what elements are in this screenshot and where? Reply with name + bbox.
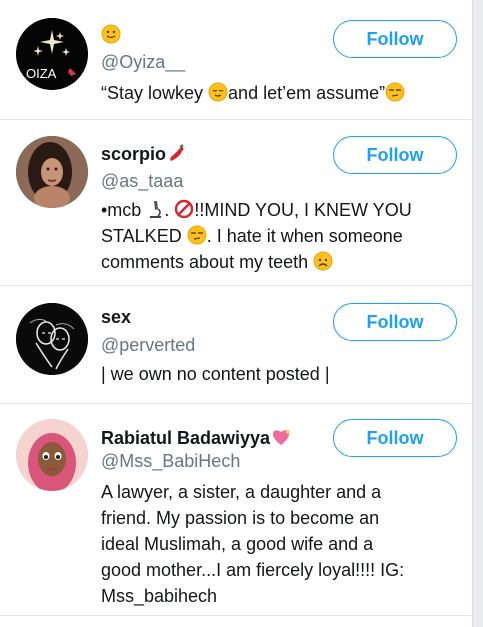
unamused-face-emoji-icon [187, 225, 207, 245]
user-handle: @Mss_BabiHech [101, 451, 241, 471]
avatar[interactable] [16, 419, 88, 491]
avatar[interactable] [16, 303, 88, 375]
prohibited-emoji-icon [175, 199, 194, 219]
user-bio: A lawyer, a sister, a daughter and a fri… [101, 482, 405, 606]
unamused-face-emoji-icon [385, 82, 405, 102]
user-bio: •mcb . !!MIND YOU, I KNEW YOU STALKED . … [101, 199, 412, 272]
avatar[interactable]: OIZA [16, 18, 88, 90]
user-name: sex [101, 307, 132, 327]
avatar-text: OIZA [26, 66, 57, 81]
follow-suggestions-list: OIZA @Oyiza__ “Stay lowkey and let’em as… [0, 0, 473, 627]
user-name: scorpio [101, 143, 186, 165]
avatar[interactable] [16, 136, 88, 208]
relieved-face-emoji-icon [208, 82, 228, 102]
microscope-emoji-icon [150, 201, 162, 218]
sparkling-heart-emoji-icon [272, 429, 292, 445]
user-handle: @perverted [101, 335, 196, 355]
user-name: Rabiatul Badawiyya [101, 427, 292, 449]
follow-button[interactable]: Follow [333, 303, 457, 341]
follow-button[interactable]: Follow [333, 20, 457, 58]
user-bio: | we own no content posted | [101, 364, 330, 384]
worried-face-emoji-icon [313, 251, 333, 271]
hot-pepper-emoji-icon [170, 144, 184, 161]
follow-button[interactable]: Follow [333, 419, 457, 457]
user-row-perverted[interactable]: sex @perverted | we own no content poste… [0, 285, 472, 404]
user-row-scorpio[interactable]: scorpio @as_taaa •mcb . !!MIND YOU, I KN… [0, 119, 472, 286]
follow-button[interactable]: Follow [333, 136, 457, 174]
user-handle: @Oyiza__ [101, 52, 186, 72]
user-bio: “Stay lowkey and let’em assume” [101, 80, 441, 106]
user-handle: @as_taaa [101, 171, 184, 191]
user-name [101, 24, 121, 46]
user-row-rabiatul[interactable]: Rabiatul Badawiyya @Mss_BabiHech A lawye… [0, 403, 472, 616]
slight-smile-emoji-icon [101, 24, 121, 44]
user-row-oyiza[interactable]: OIZA @Oyiza__ “Stay lowkey and let’em as… [0, 0, 472, 120]
